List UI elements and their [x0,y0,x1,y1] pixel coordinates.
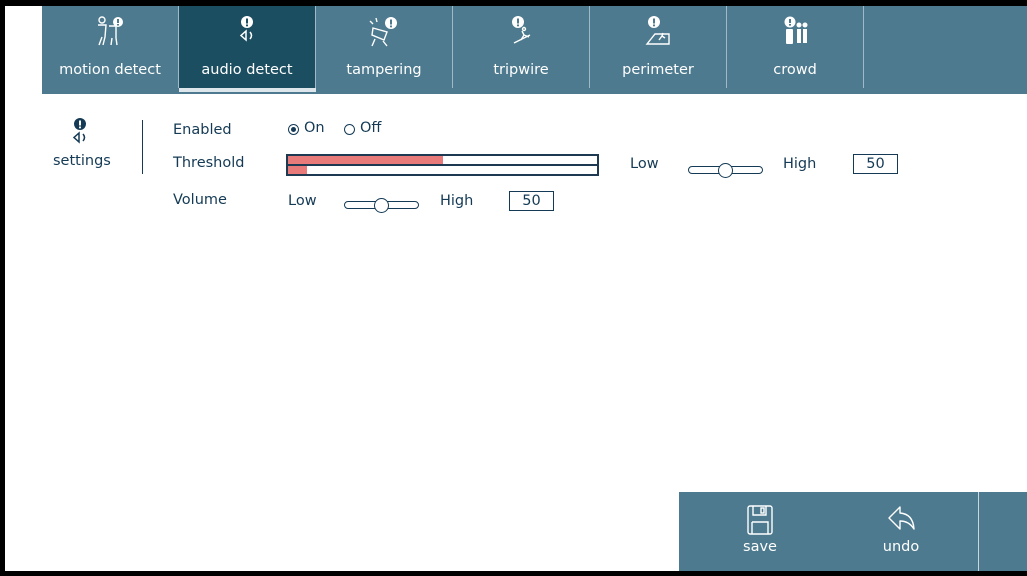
tab-label: audio detect [201,62,293,78]
audio-level-meter [286,154,599,176]
audio-detect-screen: motion detect audio detect tampering tri… [5,6,1027,571]
active-tab-indicator [179,88,316,92]
save-label: save [743,539,777,555]
audio-level-fill [288,166,307,174]
tab-perimeter[interactable]: perimeter [590,6,727,88]
tab-motion-detect[interactable]: motion detect [42,6,179,88]
volume-high-label: High [440,193,474,209]
undo-icon [846,504,956,534]
save-button[interactable]: save [705,492,815,571]
undo-button[interactable]: undo [846,492,956,571]
settings-label: settings [53,153,111,169]
perimeter-icon [590,16,726,50]
threshold-low-label: Low [630,156,659,172]
threshold-slider-knob[interactable] [718,163,733,178]
action-bar-separator [978,492,979,571]
enabled-off-radio[interactable] [344,124,355,135]
volume-value-field[interactable]: 50 [509,191,554,211]
enabled-on-radio[interactable] [288,124,299,135]
threshold-value-field[interactable]: 50 [853,154,898,174]
tripwire-icon [453,16,589,50]
volume-low-label: Low [288,193,317,209]
settings-divider [142,120,143,174]
enabled-label: Enabled [173,122,232,138]
undo-label: undo [882,539,920,555]
volume-label: Volume [173,192,227,208]
enabled-on-label[interactable]: On [304,120,325,136]
tab-tripwire[interactable]: tripwire [453,6,590,88]
volume-slider-knob[interactable] [374,198,389,213]
tab-tampering[interactable]: tampering [316,6,453,88]
save-icon [705,504,815,535]
tab-label: perimeter [622,62,694,78]
tab-label: tripwire [493,62,549,78]
audio-settings-icon [69,118,91,152]
threshold-label: Threshold [173,155,245,171]
tab-crowd[interactable]: crowd [727,6,864,88]
motion-detect-icon [42,16,178,50]
tab-bar-left-gap [5,6,42,94]
threshold-fill [288,156,443,164]
audio-detect-icon [179,16,315,50]
tab-label: motion detect [59,62,161,78]
tab-audio-detect[interactable]: audio detect [179,6,316,88]
crowd-icon [727,16,863,50]
threshold-high-label: High [783,156,817,172]
tab-label: crowd [773,62,817,78]
tab-label: tampering [346,62,422,78]
meter-divider [288,164,597,166]
enabled-off-label[interactable]: Off [360,120,381,136]
tampering-icon [316,16,452,50]
